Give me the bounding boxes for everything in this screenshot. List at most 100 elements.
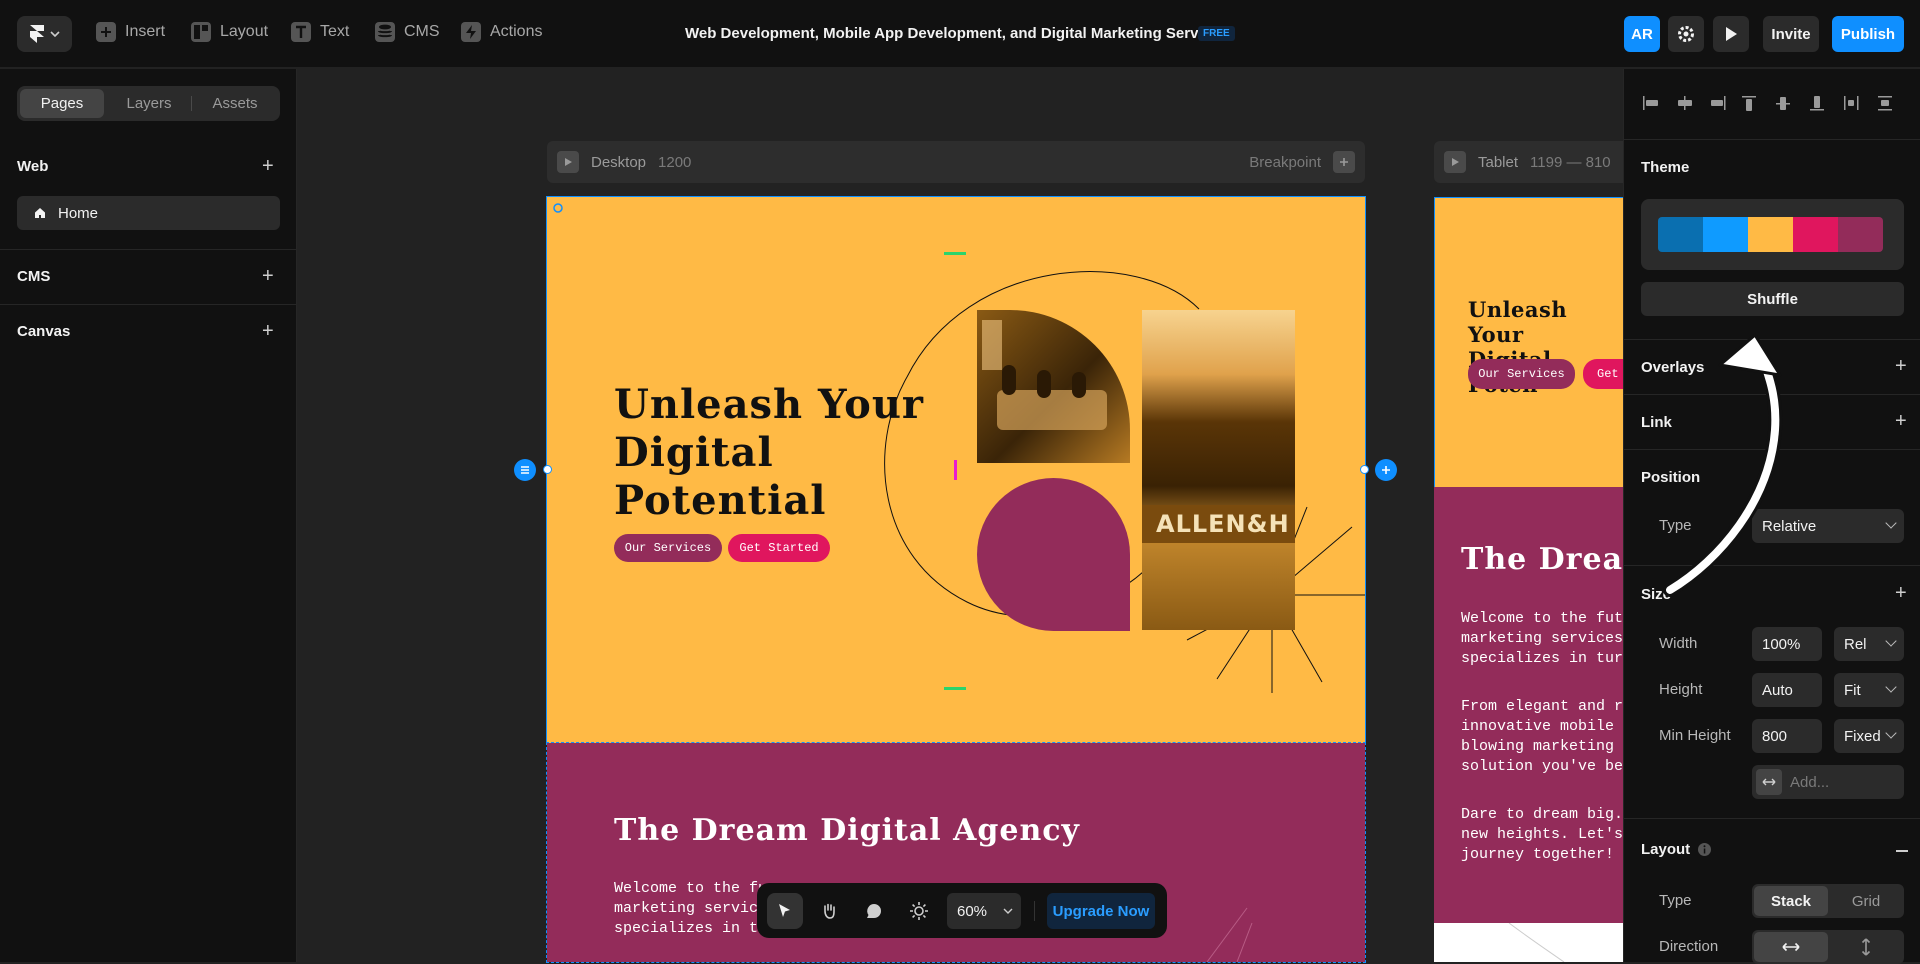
panel-tabs: Pages Layers Assets [17, 86, 280, 121]
plus-square-icon [96, 22, 116, 42]
preview-button[interactable] [1713, 16, 1749, 52]
tablet-agency-section[interactable]: The Drean Welcome to the futur marketing… [1434, 487, 1624, 923]
layout-title: Layout [1641, 841, 1691, 858]
resize-handle-left[interactable] [543, 465, 552, 474]
height-unit-select[interactable]: Fit [1834, 673, 1904, 707]
divider [1624, 818, 1920, 819]
insert-button[interactable]: Insert [96, 22, 165, 42]
info-icon[interactable] [1697, 842, 1712, 857]
add-web-page-icon[interactable]: + [262, 156, 274, 176]
play-icon [1452, 158, 1459, 166]
text-button[interactable]: Text [291, 22, 349, 42]
select-tool[interactable] [767, 893, 803, 929]
actions-label: Actions [490, 23, 543, 40]
hero-section[interactable]: ALLEN&H Unleash Your Digital Potential O… [546, 196, 1366, 744]
layout-type-toggle[interactable]: Stack Grid [1752, 884, 1904, 918]
section-web-title: Web [17, 158, 49, 175]
add-placeholder: Add... [1790, 773, 1830, 791]
swatch[interactable] [1703, 217, 1748, 252]
tablet-next-section[interactable] [1434, 923, 1624, 962]
toolbar-divider [1034, 901, 1035, 921]
shuffle-button[interactable]: Shuffle [1641, 282, 1904, 316]
building-sign-text: ALLEN&H [1156, 510, 1290, 538]
breakpoint-name: Tablet [1478, 153, 1519, 171]
add-breakpoint-button[interactable] [1333, 151, 1355, 173]
add-overlay-icon[interactable]: + [1895, 356, 1907, 376]
direction-toggle[interactable] [1752, 930, 1904, 964]
framer-menu-button[interactable] [17, 16, 72, 52]
chevron-down-icon [1003, 908, 1013, 914]
width-unit-value: Rel [1844, 635, 1867, 653]
chevron-down-icon [1885, 635, 1897, 647]
framer-logo-icon [29, 25, 44, 43]
add-canvas-icon[interactable]: + [262, 321, 274, 341]
preview-breakpoint-button[interactable] [1444, 151, 1466, 173]
theme-palette[interactable] [1641, 199, 1904, 270]
top-toolbar: Insert Layout Text CMS Actions Web Devel… [0, 0, 1920, 68]
layout-type-grid[interactable]: Grid [1830, 886, 1902, 916]
chevron-down-icon [1885, 517, 1897, 529]
publish-button[interactable]: Publish [1832, 16, 1904, 52]
width-unit-select[interactable]: Rel [1834, 627, 1904, 661]
height-input[interactable]: Auto [1752, 673, 1822, 707]
swatch[interactable] [1658, 217, 1703, 252]
tab-pages[interactable]: Pages [20, 89, 104, 118]
swatch[interactable] [1793, 217, 1838, 252]
swatch[interactable] [1838, 217, 1883, 252]
our-services-button[interactable]: Our Services [614, 534, 722, 562]
purple-teardrop-shape [977, 478, 1130, 631]
divider [1624, 449, 1920, 450]
min-height-input[interactable]: 800 [1752, 719, 1822, 753]
tablet-get-started-button[interactable]: Get [1583, 359, 1624, 389]
desktop-breakpoint-bar[interactable]: Desktop 1200 Breakpoint [547, 141, 1365, 183]
min-height-unit-select[interactable]: Fixed [1834, 719, 1904, 753]
invite-button[interactable]: Invite [1763, 16, 1819, 52]
hand-tool[interactable] [811, 893, 847, 929]
overlays-title: Overlays [1641, 359, 1705, 376]
width-input[interactable]: 100% [1752, 627, 1822, 661]
cms-button[interactable]: CMS [375, 22, 440, 42]
position-type-select[interactable]: Relative [1752, 509, 1904, 543]
height-unit-value: Fit [1844, 681, 1861, 699]
stack-settings-icon[interactable] [514, 459, 536, 481]
add-element-icon[interactable] [1375, 459, 1397, 481]
cms-label: CMS [404, 23, 440, 40]
get-started-button[interactable]: Get Started [728, 534, 830, 562]
comment-tool[interactable] [856, 893, 892, 929]
section-cms-title: CMS [17, 268, 51, 285]
building-photo: ALLEN&H [1142, 310, 1295, 630]
upgrade-now-button[interactable]: Upgrade Now [1047, 893, 1155, 929]
canvas-toolbar: 60% Upgrade Now [757, 883, 1167, 938]
collapse-layout-icon[interactable] [1896, 850, 1908, 852]
user-avatar[interactable]: AR [1624, 16, 1660, 52]
add-breakpoint-label[interactable]: Breakpoint [1249, 154, 1321, 171]
theme-tool[interactable] [901, 893, 937, 929]
decorative-line-art [1508, 923, 1565, 962]
divider [1624, 139, 1920, 140]
tab-layers[interactable]: Layers [109, 89, 189, 118]
tablet-our-services-button[interactable]: Our Services [1468, 359, 1575, 389]
theme-swatches [1658, 217, 1883, 252]
zoom-select[interactable]: 60% [947, 893, 1021, 929]
preview-breakpoint-button[interactable] [557, 151, 579, 173]
add-cms-icon[interactable]: + [262, 266, 274, 286]
layout-type-stack[interactable]: Stack [1754, 886, 1828, 916]
page-item-home[interactable]: Home [17, 196, 280, 230]
text-icon [291, 22, 311, 42]
settings-button[interactable] [1668, 16, 1704, 52]
direction-vertical[interactable] [1830, 932, 1902, 962]
add-link-icon[interactable]: + [1895, 411, 1907, 431]
swatch[interactable] [1748, 217, 1793, 252]
layout-button[interactable]: Layout [191, 22, 268, 42]
add-size-icon[interactable]: + [1895, 583, 1907, 603]
tab-assets[interactable]: Assets [193, 89, 277, 118]
resize-handle-right[interactable] [1360, 465, 1369, 474]
add-size-constraint-input[interactable]: Add... [1752, 765, 1904, 799]
tablet-breakpoint-bar[interactable]: Tablet 1199 — 810 [1434, 141, 1624, 183]
tab-separator [191, 96, 192, 111]
divider [0, 249, 297, 250]
tablet-hero-section[interactable]: Unleash Your Digital Poten Our Services … [1434, 197, 1624, 487]
actions-button[interactable]: Actions [461, 22, 542, 42]
direction-horizontal[interactable] [1754, 932, 1828, 962]
theme-title: Theme [1641, 159, 1690, 176]
